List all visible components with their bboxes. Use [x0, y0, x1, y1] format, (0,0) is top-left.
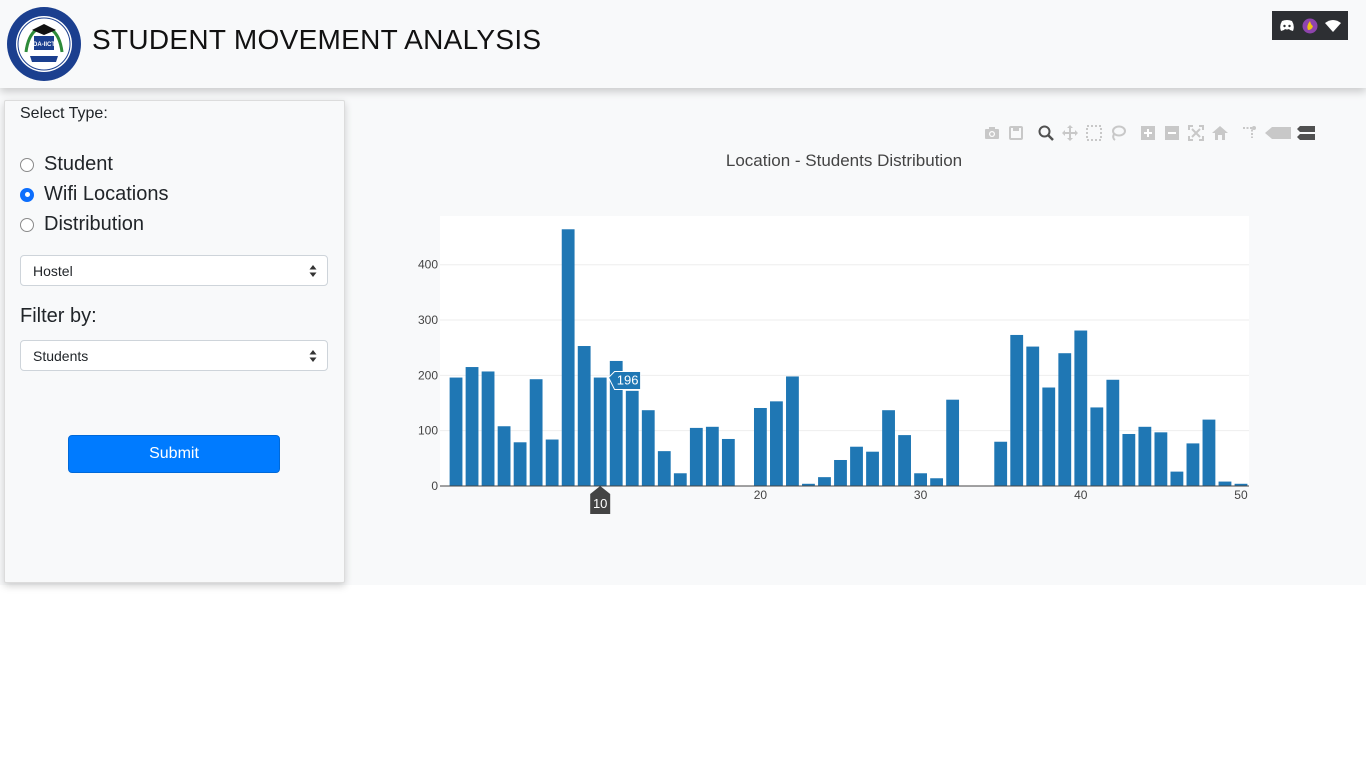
bar[interactable] [850, 446, 863, 486]
bar[interactable] [1154, 432, 1168, 486]
bar[interactable] [994, 441, 1008, 486]
radio-wifi-locations[interactable]: Wifi Locations [20, 183, 169, 206]
app-icon[interactable] [1301, 17, 1319, 35]
y-tick-label: 0 [431, 479, 438, 493]
bar[interactable] [673, 473, 687, 486]
bar[interactable] [1058, 353, 1072, 486]
logo-text: DA-IICT [33, 42, 55, 48]
bar[interactable] [1218, 481, 1232, 486]
bar[interactable] [577, 346, 591, 486]
radio-distribution[interactable]: Distribution [20, 213, 144, 236]
x-tick-label: 50 [1234, 488, 1248, 502]
location-select-value: Hostel [33, 263, 73, 279]
bar[interactable] [834, 459, 847, 486]
bar[interactable] [641, 410, 655, 486]
x-tick-label: 40 [1074, 488, 1088, 502]
radio-wifi-locations-button[interactable] [20, 187, 34, 202]
filter-select-value: Students [33, 348, 89, 364]
bar[interactable] [946, 399, 960, 486]
submit-button[interactable]: Submit [68, 435, 280, 473]
bar[interactable] [770, 401, 783, 486]
select-caret-icon [309, 350, 317, 362]
select-caret-icon [309, 265, 317, 277]
y-tick-label: 400 [418, 258, 438, 272]
bar[interactable] [1122, 433, 1136, 486]
bar[interactable] [1074, 330, 1088, 486]
radio-wifi-locations-label: Wifi Locations [44, 183, 169, 205]
institute-logo: DA-IICT [7, 7, 81, 81]
radio-student[interactable]: Student [20, 153, 113, 176]
system-tray [1272, 11, 1348, 40]
bar[interactable] [561, 229, 575, 486]
bar[interactable] [689, 427, 703, 486]
bar[interactable] [529, 379, 543, 486]
bar[interactable] [930, 478, 944, 486]
radio-distribution-label: Distribution [44, 213, 145, 235]
filter-select[interactable]: Students [20, 340, 328, 371]
bar[interactable] [818, 477, 831, 486]
control-panel: Select Type: Student Wifi Locations Dist… [4, 100, 345, 583]
bar[interactable] [1138, 426, 1152, 486]
discord-icon[interactable] [1278, 17, 1296, 35]
bar[interactable] [497, 426, 511, 486]
bar[interactable] [1170, 471, 1184, 486]
y-hover-label: 196 [617, 373, 639, 388]
wifi-icon[interactable] [1324, 17, 1342, 35]
bar[interactable] [465, 367, 479, 486]
bar[interactable] [866, 451, 879, 486]
y-tick-label: 100 [418, 424, 438, 438]
filter-by-label: Filter by: [20, 305, 97, 327]
bar[interactable] [898, 435, 911, 486]
chart-title: Location - Students Distribution [726, 151, 962, 170]
bar[interactable] [449, 377, 463, 486]
bar[interactable] [657, 451, 671, 486]
y-tick-label: 300 [418, 313, 438, 327]
bar[interactable] [753, 407, 767, 486]
bar[interactable] [705, 426, 719, 486]
location-select[interactable]: Hostel [20, 255, 328, 286]
bar[interactable] [721, 438, 735, 486]
radio-student-button[interactable] [20, 157, 34, 172]
bar[interactable] [914, 473, 928, 486]
bar[interactable] [1026, 346, 1040, 486]
bar[interactable] [481, 371, 495, 486]
x-tick-label: 20 [754, 488, 768, 502]
x-hover-label: 10 [593, 496, 607, 511]
bar[interactable] [513, 442, 527, 486]
radio-student-label: Student [44, 153, 113, 175]
bar[interactable] [593, 377, 607, 486]
select-type-label: Select Type: [20, 105, 108, 122]
bar[interactable] [625, 390, 639, 486]
bar[interactable] [1202, 419, 1216, 486]
bar[interactable] [1042, 387, 1056, 486]
y-tick-label: 200 [418, 368, 438, 382]
bar[interactable] [1106, 379, 1120, 486]
bar[interactable] [1010, 334, 1024, 486]
bar[interactable] [1186, 443, 1200, 486]
bar[interactable] [545, 439, 559, 486]
bar[interactable] [1090, 407, 1104, 486]
bar[interactable] [882, 410, 895, 486]
radio-distribution-button[interactable] [20, 217, 34, 232]
page-title: STUDENT MOVEMENT ANALYSIS [92, 24, 542, 55]
x-tick-label: 30 [914, 488, 928, 502]
header: DA-IICT STUDENT MOVEMENT ANALYSIS [0, 0, 1366, 88]
bar[interactable] [786, 376, 799, 486]
